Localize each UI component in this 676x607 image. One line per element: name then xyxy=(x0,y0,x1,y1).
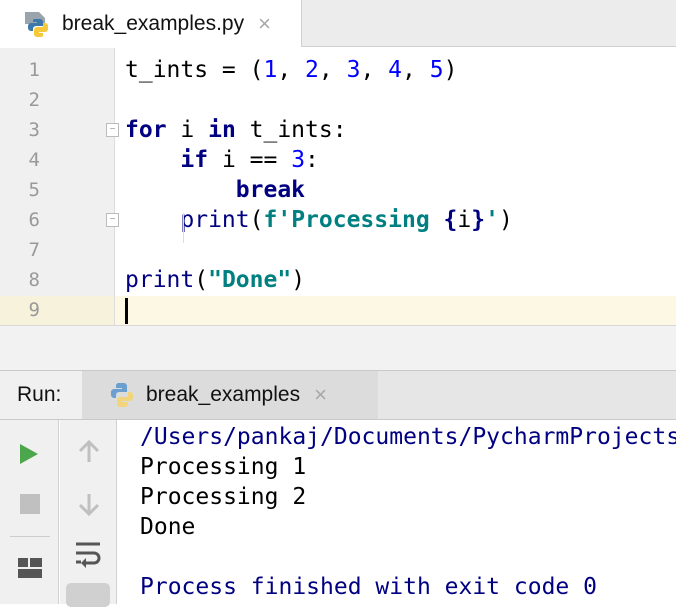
code-token: 4 xyxy=(388,57,403,83)
line-number: 5 xyxy=(28,179,40,201)
code-token: 1 xyxy=(263,57,278,83)
line-number: 4 xyxy=(28,149,40,171)
code-token: if xyxy=(180,147,209,173)
code-token: print xyxy=(180,207,250,233)
run-tab[interactable]: break_examples × xyxy=(82,371,378,419)
editor-tab[interactable]: break_examples.py × xyxy=(0,0,302,47)
code-token: in xyxy=(208,117,236,143)
code-line: break xyxy=(125,175,305,205)
code-token: print xyxy=(125,267,195,293)
code-line: if i == 3: xyxy=(125,145,319,175)
code-token: "Done" xyxy=(208,267,292,293)
console-line: Process finished with exit code 0 xyxy=(140,574,597,600)
code-token: i xyxy=(457,207,472,233)
scroll-to-end-button[interactable] xyxy=(66,583,110,607)
console-line: Processing 2 xyxy=(140,484,307,510)
text-caret xyxy=(125,298,128,324)
line-number: 6 xyxy=(28,209,40,231)
code-token: f'Processing xyxy=(263,207,444,233)
code-token: ( xyxy=(194,267,209,293)
code-token: t_ints = ( xyxy=(125,57,264,83)
code-token: ) xyxy=(498,207,513,233)
console-line: /Users/pankaj/Documents/PycharmProjects xyxy=(140,424,676,450)
code-token: , xyxy=(277,57,306,83)
line-number: 3 xyxy=(28,119,40,141)
code-editor[interactable]: 123456789 t_ints = (1, 2, 3, 4, 5) for i … xyxy=(0,48,676,325)
run-side-toolbar xyxy=(0,420,59,604)
code-line: for i in t_ints: xyxy=(125,115,347,145)
fold-end-icon[interactable]: − xyxy=(106,213,119,227)
python-file-icon xyxy=(24,10,52,38)
line-number: 2 xyxy=(28,89,40,111)
code-token: i xyxy=(166,117,209,143)
code-line: print("Done") xyxy=(125,265,305,295)
run-label: Run: xyxy=(0,371,82,419)
code-token: , xyxy=(318,57,347,83)
editor-tab-label: break_examples.py xyxy=(62,11,245,35)
run-tab-label: break_examples xyxy=(146,383,301,406)
up-arrow-icon[interactable] xyxy=(78,440,100,464)
stop-icon[interactable] xyxy=(20,494,40,514)
console-line: Processing 1 xyxy=(140,454,307,480)
code-token: 3 xyxy=(291,147,306,173)
code-token: 2 xyxy=(305,57,319,83)
line-number: 1 xyxy=(28,59,40,81)
code-token: 5 xyxy=(429,57,444,83)
output-side-toolbar xyxy=(60,420,117,607)
code-token: } xyxy=(471,207,486,233)
indent-guide xyxy=(183,213,184,243)
line-number: 9 xyxy=(28,299,40,321)
close-run-tab-icon[interactable]: × xyxy=(314,382,327,408)
code-token: , xyxy=(360,57,389,83)
python-icon xyxy=(108,381,136,409)
current-line-highlight xyxy=(0,296,676,325)
fold-collapse-icon[interactable]: − xyxy=(106,123,119,137)
editor-tab-bar: break_examples.py × xyxy=(0,0,676,47)
layout-icon[interactable] xyxy=(18,558,42,578)
code-token: for xyxy=(125,117,167,143)
editor-bottom-area xyxy=(0,325,676,370)
rerun-play-icon[interactable] xyxy=(18,442,40,466)
code-token: ) xyxy=(291,267,306,293)
code-token: break xyxy=(235,177,306,203)
line-number: 8 xyxy=(28,269,40,291)
close-tab-icon[interactable]: × xyxy=(258,11,271,37)
code-token: , xyxy=(402,57,430,83)
code-token: ' xyxy=(485,207,499,233)
code-token: ( xyxy=(249,207,264,233)
down-arrow-icon[interactable] xyxy=(78,492,100,516)
code-line: t_ints = (1, 2, 3, 4, 5) xyxy=(125,55,457,85)
code-token: ) xyxy=(443,57,458,83)
soft-wrap-icon[interactable] xyxy=(76,542,102,570)
line-number: 7 xyxy=(28,239,40,261)
code-token: : xyxy=(305,147,319,173)
code-token: i == xyxy=(208,147,292,173)
code-token: t_ints: xyxy=(235,117,347,143)
run-toolbar: Run: break_examples × xyxy=(0,370,676,420)
console-line: Done xyxy=(140,514,196,540)
code-token: { xyxy=(443,207,458,233)
code-token: 3 xyxy=(346,57,361,83)
